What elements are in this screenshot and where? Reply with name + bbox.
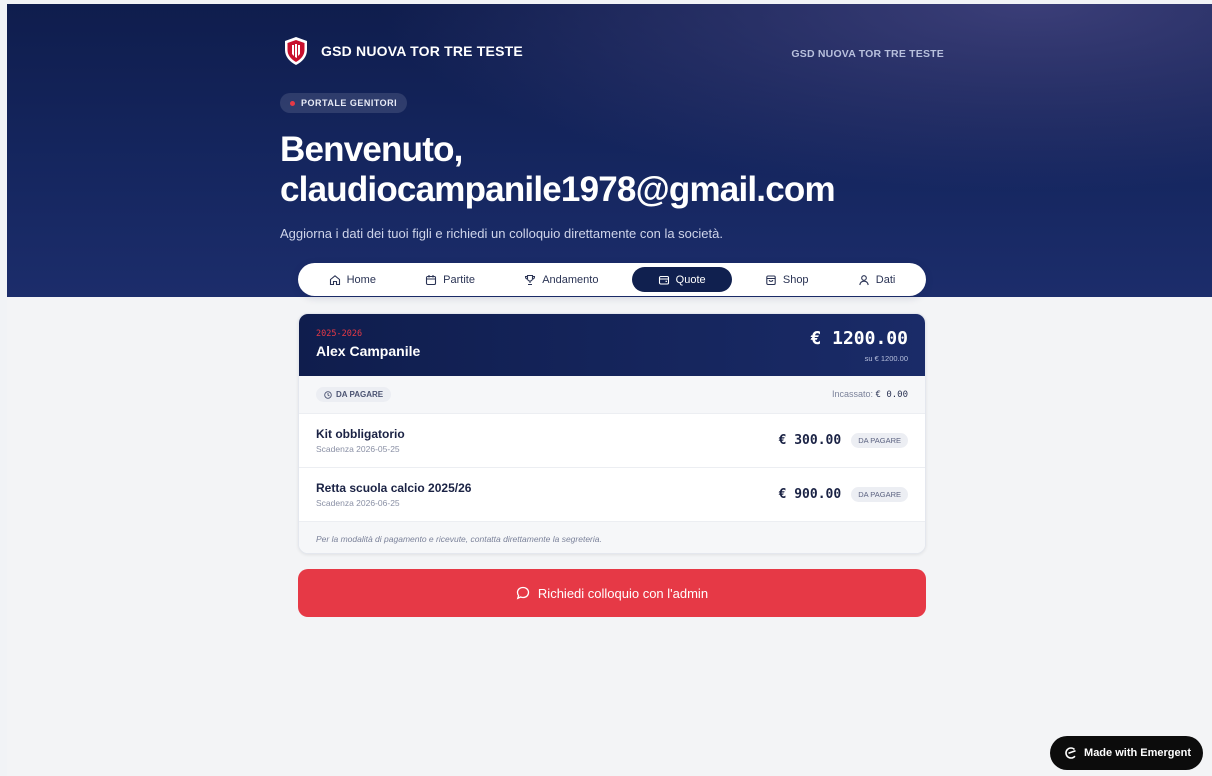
item-due-date: Scadenza 2026-06-25	[316, 498, 400, 508]
fee-card: 2025-2026 Alex Campanile € 1200.00 su € …	[298, 313, 926, 554]
item-status-badge: DA PAGARE	[851, 487, 908, 502]
brand[interactable]: GSD NUOVA TOR TRE TESTE	[283, 36, 523, 66]
brand-name: GSD NUOVA TOR TRE TESTE	[321, 43, 523, 59]
child-name: Alex Campanile	[316, 343, 421, 359]
request-meeting-button[interactable]: Richiedi colloquio con l'admin	[298, 569, 926, 617]
tab-partite-label: Partite	[443, 273, 475, 286]
item-status-badge: DA PAGARE	[851, 433, 908, 448]
tab-dati-label: Dati	[875, 273, 896, 286]
portal-badge-label: PORTALE GENITORI	[301, 98, 398, 108]
brand-right-label: GSD NUOVA TOR TRE TESTE	[791, 48, 944, 60]
item-title: Retta scuola calcio 2025/26	[316, 481, 472, 495]
incassato-value: € 0.00	[875, 390, 908, 400]
made-with-emergent-label: Made with Emergent	[1084, 747, 1191, 759]
chat-bubble-icon	[516, 586, 530, 600]
item-amount: € 300.00	[778, 433, 842, 448]
tab-shop-label: Shop	[782, 273, 809, 286]
tab-andamento[interactable]: Andamento	[508, 267, 614, 292]
tab-dati[interactable]: Dati	[842, 267, 912, 292]
item-title: Kit obbligatorio	[316, 427, 405, 441]
home-icon	[329, 274, 340, 285]
portal-badge: PORTALE GENITORI	[280, 93, 408, 113]
status-badge: DA PAGARE	[316, 387, 392, 402]
bag-icon	[766, 274, 776, 285]
tab-home[interactable]: Home	[313, 267, 392, 292]
calendar-icon	[426, 274, 437, 285]
item-amount: € 900.00	[778, 487, 842, 502]
tab-andamento-label: Andamento	[542, 273, 599, 286]
tab-quote[interactable]: Quote	[631, 267, 732, 292]
tab-quote-label: Quote	[675, 273, 706, 286]
fee-card-header: 2025-2026 Alex Campanile € 1200.00 su € …	[299, 314, 925, 376]
payment-note: Per la modalità di pagamento e ricevute,…	[299, 522, 925, 553]
tab-nav: Home Partite Andamento Quote Shop Dati	[298, 263, 926, 296]
wallet-icon	[658, 275, 669, 285]
tab-partite[interactable]: Partite	[409, 267, 491, 292]
item-due-date: Scadenza 2026-05-25	[316, 444, 400, 454]
hero-header: GSD NUOVA TOR TRE TESTE GSD NUOVA TOR TR…	[7, 4, 1212, 297]
page-subtitle: Aggiorna i dati dei tuoi figli e richied…	[280, 226, 723, 241]
season-label: 2025-2026	[316, 329, 363, 339]
emergent-logo-icon	[1065, 747, 1076, 759]
welcome-heading: Benvenuto, claudiocampanile1978@gmail.co…	[280, 130, 836, 210]
incassato: Incassato: € 0.00	[832, 389, 908, 400]
incassato-label: Incassato:	[831, 389, 873, 399]
list-item: Kit obbligatorio Scadenza 2026-05-25 € 3…	[299, 414, 925, 468]
welcome-line1: Benvenuto,	[280, 130, 463, 169]
club-shield-icon	[285, 37, 307, 65]
trophy-icon	[525, 274, 536, 285]
user-icon	[859, 274, 869, 285]
clock-icon	[324, 390, 332, 399]
tab-shop[interactable]: Shop	[749, 267, 825, 292]
page-frame: GSD NUOVA TOR TRE TESTE GSD NUOVA TOR TR…	[7, 4, 1212, 776]
request-meeting-label: Richiedi colloquio con l'admin	[537, 585, 709, 601]
badge-dot-icon	[290, 100, 295, 106]
total-amount: € 1200.00	[810, 328, 908, 349]
made-with-emergent-badge[interactable]: Made with Emergent	[1050, 736, 1203, 770]
welcome-email: claudiocampanile1978@gmail.com	[280, 170, 836, 209]
status-badge-label: DA PAGARE	[336, 390, 384, 399]
status-row: DA PAGARE Incassato: € 0.00	[299, 376, 925, 414]
tab-home-label: Home	[346, 273, 376, 286]
total-sub-label: su € 1200.00	[864, 354, 908, 363]
list-item: Retta scuola calcio 2025/26 Scadenza 202…	[299, 468, 925, 522]
